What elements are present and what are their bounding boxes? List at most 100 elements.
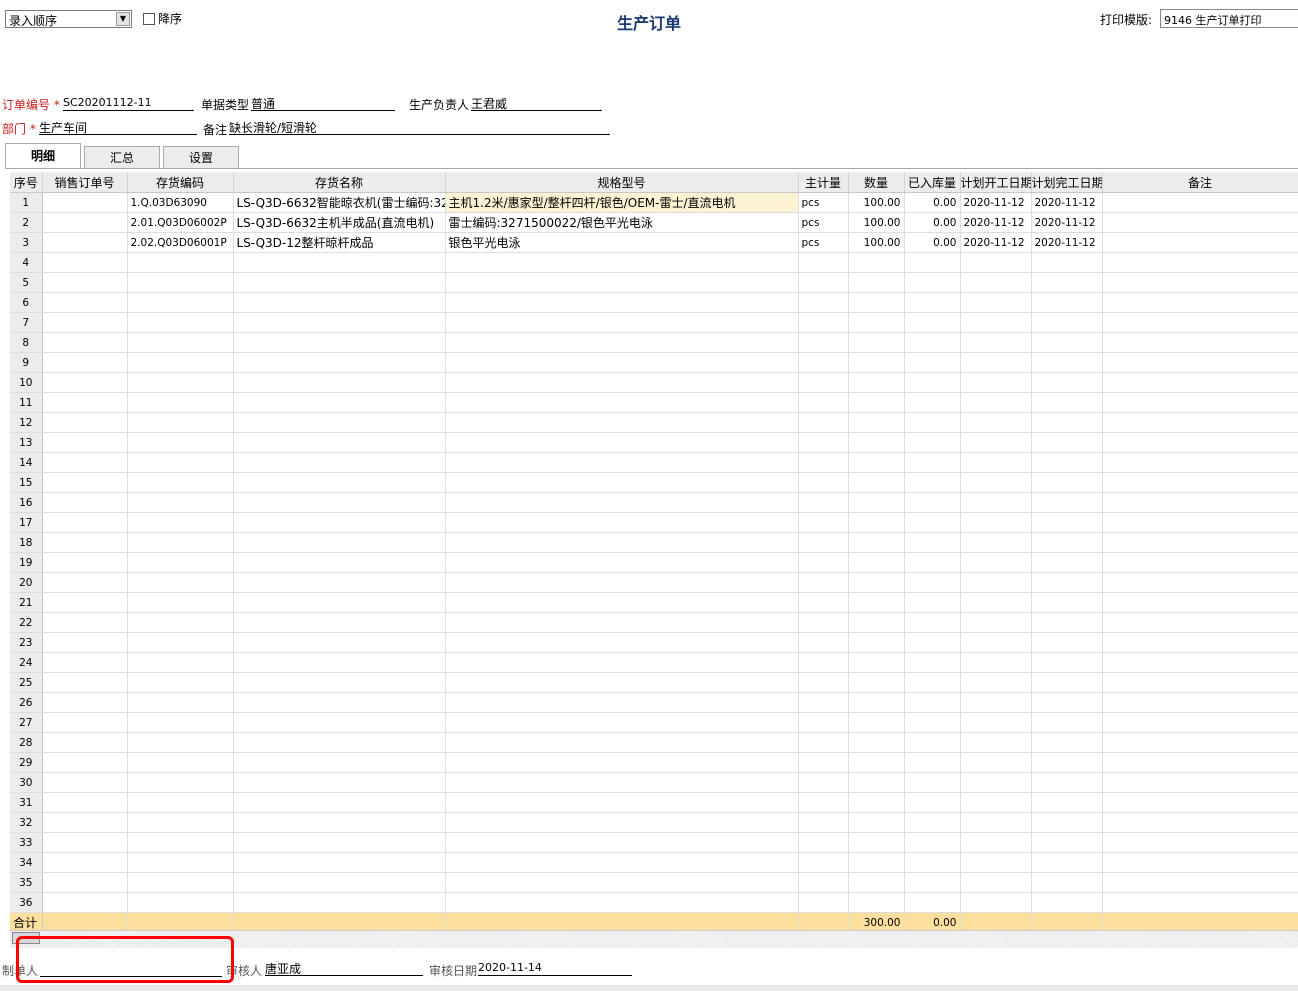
table-cell[interactable]: LS-Q3D-12整杆晾杆成品: [233, 232, 446, 253]
table-cell[interactable]: [848, 312, 905, 333]
table-cell[interactable]: [848, 872, 905, 893]
table-cell[interactable]: [1031, 532, 1103, 553]
table-cell[interactable]: [42, 732, 128, 753]
table-cell[interactable]: [904, 332, 961, 353]
table-cell[interactable]: [127, 332, 234, 353]
table-cell[interactable]: [233, 252, 446, 273]
table-cell[interactable]: [42, 252, 128, 273]
table-cell[interactable]: [960, 372, 1032, 393]
owner-field[interactable]: 王君威: [471, 95, 602, 111]
column-header[interactable]: 存货编码: [127, 172, 234, 193]
table-cell[interactable]: [42, 432, 128, 453]
table-cell[interactable]: [1102, 872, 1298, 893]
table-cell[interactable]: [1102, 312, 1298, 333]
tab-summary[interactable]: 汇总: [84, 146, 160, 168]
table-cell[interactable]: [960, 672, 1032, 693]
table-cell[interactable]: [233, 712, 446, 733]
table-cell[interactable]: [42, 372, 128, 393]
table-cell[interactable]: [798, 372, 849, 393]
table-cell[interactable]: [233, 292, 446, 313]
table-row[interactable]: 7: [10, 312, 1298, 333]
table-cell[interactable]: [127, 512, 234, 533]
table-row[interactable]: 19: [10, 552, 1298, 573]
table-cell[interactable]: [42, 352, 128, 373]
table-cell[interactable]: [127, 772, 234, 793]
table-cell[interactable]: [445, 832, 799, 853]
table-cell[interactable]: [233, 852, 446, 873]
table-cell[interactable]: [904, 472, 961, 493]
table-cell[interactable]: [233, 372, 446, 393]
table-row[interactable]: 9: [10, 352, 1298, 373]
table-row[interactable]: 4: [10, 252, 1298, 273]
table-cell[interactable]: [233, 692, 446, 713]
table-cell[interactable]: [1102, 432, 1298, 453]
table-cell[interactable]: [233, 472, 446, 493]
table-cell[interactable]: [1031, 612, 1103, 633]
table-cell[interactable]: [904, 492, 961, 513]
column-header[interactable]: 备注: [1102, 172, 1298, 193]
table-cell[interactable]: [445, 672, 799, 693]
table-cell[interactable]: [904, 592, 961, 613]
auditor-field[interactable]: 唐亚成: [265, 960, 423, 976]
table-row[interactable]: 25: [10, 672, 1298, 693]
table-cell[interactable]: [42, 332, 128, 353]
table-cell[interactable]: [127, 872, 234, 893]
table-cell[interactable]: [960, 652, 1032, 673]
table-cell[interactable]: [42, 572, 128, 593]
table-cell[interactable]: [1102, 632, 1298, 653]
table-cell[interactable]: [233, 552, 446, 573]
table-cell[interactable]: [848, 812, 905, 833]
table-row[interactable]: 2 2.01.Q03D06002P LS-Q3D-6632主机半成品(直流电机) 雷士…: [10, 212, 1298, 233]
table-cell[interactable]: [1102, 572, 1298, 593]
table-cell[interactable]: [848, 492, 905, 513]
table-cell[interactable]: [445, 532, 799, 553]
table-row[interactable]: 36: [10, 892, 1298, 913]
table-cell[interactable]: [233, 532, 446, 553]
table-cell[interactable]: [798, 612, 849, 633]
table-cell[interactable]: [445, 392, 799, 413]
table-cell[interactable]: [233, 392, 446, 413]
table-cell[interactable]: [798, 672, 849, 693]
table-cell[interactable]: [848, 852, 905, 873]
table-cell[interactable]: [1031, 252, 1103, 273]
table-cell[interactable]: [904, 712, 961, 733]
table-cell[interactable]: [42, 812, 128, 833]
table-cell[interactable]: [960, 312, 1032, 333]
table-cell[interactable]: [445, 472, 799, 493]
table-cell[interactable]: [904, 292, 961, 313]
table-cell[interactable]: [848, 772, 905, 793]
column-header[interactable]: 规格型号: [445, 172, 799, 193]
table-cell[interactable]: [904, 412, 961, 433]
table-cell[interactable]: [445, 892, 799, 913]
table-cell[interactable]: [904, 392, 961, 413]
table-cell[interactable]: [798, 532, 849, 553]
table-cell[interactable]: 2.01.Q03D06002P: [127, 212, 234, 233]
table-cell[interactable]: [233, 332, 446, 353]
table-row[interactable]: 22: [10, 612, 1298, 633]
table-cell[interactable]: [848, 372, 905, 393]
table-row[interactable]: 34: [10, 852, 1298, 873]
table-cell[interactable]: [960, 512, 1032, 533]
table-cell[interactable]: [904, 772, 961, 793]
table-cell[interactable]: [233, 892, 446, 913]
table-cell[interactable]: 0.00: [904, 232, 961, 253]
table-row[interactable]: 5: [10, 272, 1298, 293]
table-cell[interactable]: [848, 792, 905, 813]
table-cell[interactable]: [445, 752, 799, 773]
table-cell[interactable]: [233, 752, 446, 773]
table-cell[interactable]: [1102, 812, 1298, 833]
table-cell[interactable]: [42, 492, 128, 513]
table-cell[interactable]: [42, 892, 128, 913]
table-cell[interactable]: [848, 732, 905, 753]
table-cell[interactable]: [1031, 572, 1103, 593]
table-cell[interactable]: [904, 892, 961, 913]
table-cell[interactable]: 2020-11-12: [1031, 192, 1103, 213]
table-cell[interactable]: [127, 612, 234, 633]
table-cell[interactable]: [904, 312, 961, 333]
table-cell[interactable]: [445, 612, 799, 633]
table-cell[interactable]: [445, 432, 799, 453]
table-cell[interactable]: [904, 532, 961, 553]
table-cell[interactable]: [445, 292, 799, 313]
table-cell[interactable]: [127, 312, 234, 333]
table-cell[interactable]: [960, 452, 1032, 473]
